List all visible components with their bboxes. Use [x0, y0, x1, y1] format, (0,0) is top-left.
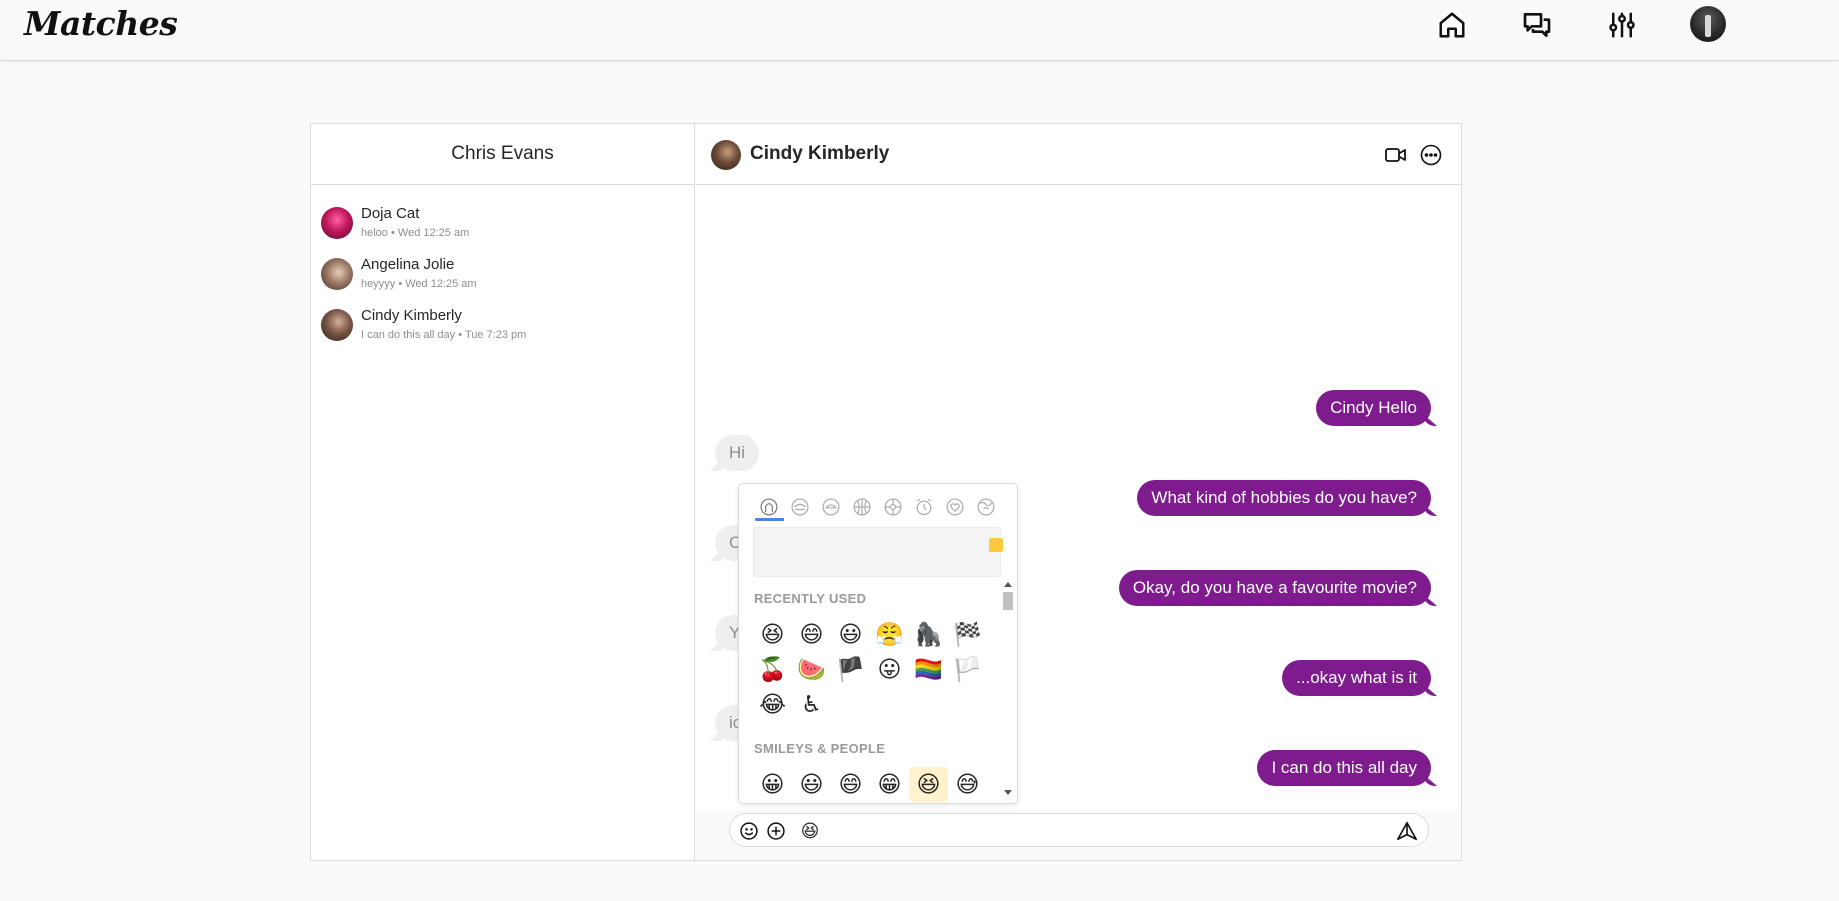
emoji-item[interactable]: 😅	[948, 767, 987, 802]
scroll-down-arrow[interactable]	[1004, 790, 1012, 795]
emoji-picker: RECENTLY USED 😆 😄 😃 😤 🦍 🏁 🍒 🍉 🏴 😛 🏳️‍🌈 🏳️ 😂 ♿ SMILEYS…	[738, 483, 1018, 804]
smileys-title: SMILEYS & PEOPLE	[754, 741, 886, 756]
avatar	[321, 258, 353, 290]
emoji-item[interactable]: ♿	[792, 687, 831, 722]
current-user-name: Chris Evans	[311, 124, 694, 185]
emoji-item[interactable]: 😄	[831, 767, 870, 802]
conversation-preview: heloo • Wed 12:25 am	[361, 227, 470, 239]
emoji-item[interactable]: 😃	[792, 767, 831, 802]
avatar	[321, 309, 353, 341]
outgoing-message: ...okay what is it	[1282, 660, 1431, 696]
emoji-item[interactable]: 😂	[753, 687, 792, 722]
outgoing-message: Okay, do you have a favourite movie?	[1118, 570, 1431, 606]
activity-category-icon[interactable]	[846, 494, 877, 520]
emoji-item[interactable]: 😀	[753, 767, 792, 802]
top-navbar: Matches	[0, 0, 1839, 61]
recently-used-grid: 😆 😄 😃 😤 🦍 🏁 🍒 🍉 🏴 😛 🏳️‍🌈 🏳️ 😂 ♿	[753, 617, 993, 722]
travel-category-icon[interactable]	[877, 494, 908, 520]
recently-used-title: RECENTLY USED	[754, 591, 867, 606]
emoji-item[interactable]: 🏁	[948, 617, 987, 652]
food-category-icon[interactable]	[815, 494, 846, 520]
emoji-search-input[interactable]	[754, 528, 974, 576]
symbols-category-icon[interactable]	[939, 494, 970, 520]
more-options-icon[interactable]	[1417, 141, 1445, 169]
conversation-name: Doja Cat	[361, 205, 420, 222]
video-call-icon[interactable]	[1382, 141, 1410, 169]
conversation-item[interactable]: Angelina Jolie heyyyy • Wed 12:25 am	[311, 244, 694, 295]
emoji-item[interactable]: 🏳️‍🌈	[909, 652, 948, 687]
emoji-item[interactable]: 🍒	[753, 652, 792, 687]
emoji-item[interactable]: 🍉	[792, 652, 831, 687]
app-logo[interactable]: Matches	[24, 4, 178, 43]
skin-tone-selector[interactable]	[989, 538, 1003, 552]
composer-area: 😆	[696, 810, 1461, 860]
conversation-item[interactable]: Cindy Kimberly I can do this all day • T…	[311, 295, 694, 346]
emoji-category-tabs	[753, 494, 1001, 520]
emoji-item[interactable]: 🏴	[831, 652, 870, 687]
contact-avatar[interactable]	[711, 140, 741, 170]
nature-category-icon[interactable]	[784, 494, 815, 520]
emoji-item[interactable]: 😁	[870, 767, 909, 802]
selected-emoji[interactable]: 😆	[798, 819, 822, 843]
message-composer[interactable]: 😆	[729, 813, 1429, 847]
emoji-item[interactable]: 😆	[909, 767, 948, 802]
avatar	[321, 207, 353, 239]
emoji-item[interactable]: 😃	[831, 617, 870, 652]
scroll-up-arrow[interactable]	[1004, 582, 1012, 587]
emoji-toggle-icon[interactable]	[737, 819, 761, 843]
emoji-item[interactable]: 🏳️	[948, 652, 987, 687]
conversation-name: Cindy Kimberly	[361, 307, 462, 324]
outgoing-message: What kind of hobbies do you have?	[1137, 480, 1431, 516]
emoji-search[interactable]	[753, 527, 1003, 577]
conversation-preview: heyyyy • Wed 12:25 am	[361, 278, 477, 290]
contact-name[interactable]: Cindy Kimberly	[750, 143, 889, 165]
active-category-indicator	[755, 518, 784, 521]
emoji-item[interactable]: 🦍	[909, 617, 948, 652]
messages-icon[interactable]	[1520, 8, 1554, 42]
people-category-icon[interactable]	[753, 494, 784, 520]
outgoing-message: Cindy Hello	[1316, 390, 1431, 426]
add-attachment-icon[interactable]	[764, 819, 788, 843]
emoji-scrollbar[interactable]	[1001, 579, 1015, 799]
incoming-message: Hi	[715, 435, 760, 471]
emoji-item[interactable]: 😄	[792, 617, 831, 652]
outgoing-message: I can do this all day	[1257, 750, 1431, 786]
conversation-preview: I can do this all day • Tue 7:23 pm	[361, 329, 527, 341]
smileys-grid: 😀 😃 😄 😁 😆 😅	[753, 767, 993, 802]
emoji-item[interactable]: 😛	[870, 652, 909, 687]
profile-avatar[interactable]	[1690, 6, 1726, 42]
emoji-item[interactable]: 😤	[870, 617, 909, 652]
chat-header: Cindy Kimberly	[696, 124, 1461, 185]
send-icon[interactable]	[1395, 819, 1419, 843]
conversation-name: Angelina Jolie	[361, 256, 455, 273]
flags-category-icon[interactable]	[970, 494, 1001, 520]
objects-category-icon[interactable]	[908, 494, 939, 520]
filters-icon[interactable]	[1605, 8, 1639, 42]
conversation-item[interactable]: Doja Cat heloo • Wed 12:25 am	[311, 193, 694, 244]
scroll-thumb[interactable]	[1003, 592, 1013, 610]
conversation-list: Chris Evans Doja Cat heloo • Wed 12:25 a…	[311, 124, 695, 860]
emoji-item[interactable]: 😆	[753, 617, 792, 652]
home-icon[interactable]	[1435, 8, 1469, 42]
